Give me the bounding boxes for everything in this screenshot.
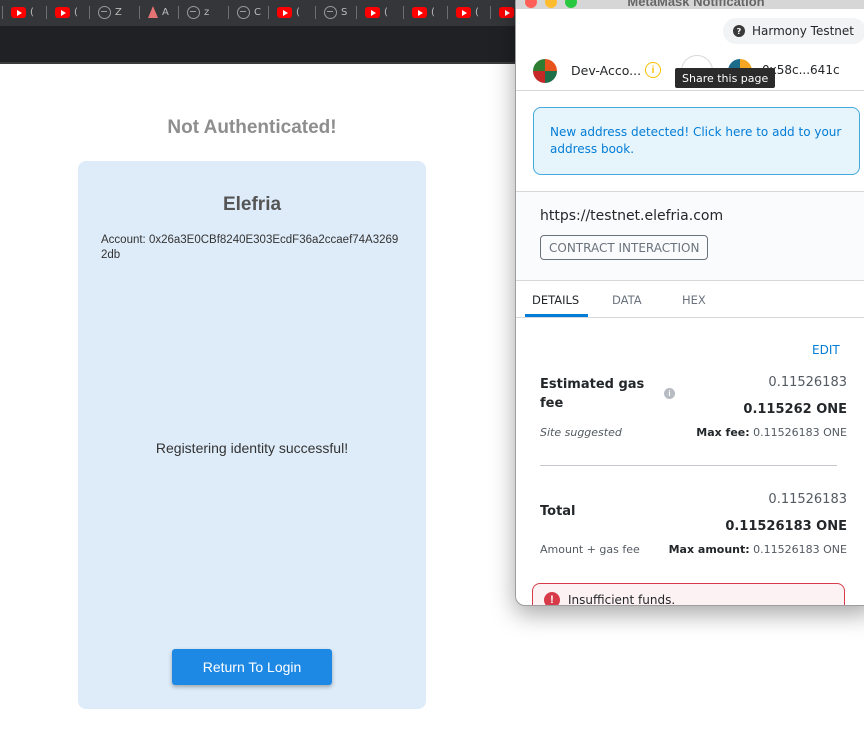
- share-page-tooltip: Share this page: [675, 68, 776, 88]
- gas-fee-secondary: 0.11526183: [768, 375, 847, 390]
- error-icon: !: [544, 592, 560, 605]
- screen: ( ( Z A z C ( S ( ( ( ( Not Authenticate…: [0, 0, 864, 739]
- tab-details[interactable]: DETAILS: [532, 293, 579, 307]
- card-title: Elefria: [222, 194, 282, 215]
- tab-hex[interactable]: HEX: [682, 293, 706, 307]
- account-address: Account: 0x26a3E0CBf8240E303EcdF36a2ccae…: [101, 234, 399, 261]
- edit-gas-link[interactable]: EDIT: [812, 343, 840, 357]
- total-subtitle: Amount + gas fee: [540, 543, 640, 556]
- tab-label: C: [254, 6, 261, 18]
- browser-tab[interactable]: (: [447, 0, 479, 24]
- tab-label: (: [74, 6, 78, 18]
- details-tabs: DETAILS DATA HEX: [516, 283, 864, 318]
- page-title: Not Authenticated!: [167, 117, 337, 138]
- return-to-login-button[interactable]: Return To Login: [172, 649, 332, 685]
- globe-icon: [237, 5, 250, 19]
- max-fee-value: 0.11526183 ONE: [753, 426, 847, 439]
- gas-max-fee: Max fee: 0.11526183 ONE: [696, 426, 847, 439]
- browser-tab[interactable]: (: [403, 0, 435, 24]
- tab-label: (: [475, 6, 479, 18]
- origin-section: https://testnet.elefria.com CONTRACT INT…: [516, 191, 864, 281]
- tab-data[interactable]: DATA: [612, 293, 642, 307]
- total-primary: 0.11526183 ONE: [725, 519, 847, 534]
- gas-fee-label: Estimated gas fee: [540, 377, 645, 411]
- new-address-notice[interactable]: New address detected! Click here to add …: [533, 107, 860, 175]
- browser-tab[interactable]: C: [228, 0, 261, 24]
- divider: [540, 465, 837, 466]
- youtube-icon: [412, 6, 427, 18]
- identity-card: Elefria Account: 0x26a3E0CBf8240E303EcdF…: [78, 161, 426, 709]
- site-origin: https://testnet.elefria.com: [540, 208, 724, 224]
- browser-tab[interactable]: (: [46, 0, 78, 24]
- insufficient-funds-error: ! Insufficient funds.: [532, 583, 845, 606]
- tab-label: z: [204, 6, 210, 18]
- browser-tab[interactable]: (: [356, 0, 388, 24]
- globe-icon: [187, 5, 200, 19]
- question-icon: ?: [733, 25, 745, 37]
- globe-icon: [324, 5, 337, 19]
- window-titlebar: MetaMask Notification: [516, 0, 864, 9]
- browser-tab[interactable]: (: [268, 0, 300, 24]
- browser-tab[interactable]: Z: [89, 0, 122, 24]
- youtube-icon: [365, 6, 380, 18]
- max-amount-label: Max amount:: [668, 543, 750, 556]
- youtube-icon: [11, 6, 26, 18]
- tab-label: (: [384, 6, 388, 18]
- tab-label: A: [162, 6, 169, 18]
- youtube-icon: [55, 6, 70, 18]
- total-max-amount: Max amount: 0.11526183 ONE: [669, 543, 847, 556]
- metamask-popup: MetaMask Notification ? Harmony Testnet …: [515, 0, 864, 606]
- total-secondary: 0.11526183: [768, 492, 847, 507]
- youtube-icon: [456, 6, 471, 18]
- ethereum-icon: [148, 6, 158, 18]
- max-fee-label: Max fee:: [696, 426, 750, 439]
- info-warning-icon[interactable]: i: [645, 62, 661, 78]
- browser-tab[interactable]: z: [178, 0, 209, 24]
- globe-icon: [98, 5, 111, 19]
- error-message: Insufficient funds.: [568, 593, 676, 606]
- sender-avatar: [533, 59, 557, 83]
- youtube-icon: [277, 6, 292, 18]
- tab-label: (: [296, 6, 300, 18]
- gas-fee-primary: 0.115262 ONE: [743, 402, 847, 417]
- info-icon[interactable]: i: [664, 388, 675, 399]
- tab-label: S: [341, 6, 348, 18]
- sender-account-name[interactable]: Dev-Acco...: [571, 63, 641, 78]
- status-message: Registering identity successful!: [155, 440, 349, 456]
- contract-interaction-badge: CONTRACT INTERACTION: [540, 235, 709, 260]
- tab-label: Z: [115, 6, 122, 18]
- active-tab-indicator: [525, 314, 588, 317]
- window-title: MetaMask Notification: [627, 0, 765, 9]
- tab-label: (: [431, 6, 435, 18]
- gas-fee-subtitle: Site suggested: [540, 426, 622, 439]
- youtube-icon: [499, 6, 514, 18]
- tab-label: (: [30, 6, 34, 18]
- total-label: Total: [540, 504, 576, 519]
- network-name: Harmony Testnet: [752, 24, 854, 38]
- browser-tab[interactable]: (: [2, 0, 34, 24]
- max-amount-value: 0.11526183 ONE: [753, 543, 847, 556]
- browser-tab[interactable]: A: [139, 0, 169, 24]
- network-selector[interactable]: ? Harmony Testnet: [723, 18, 864, 44]
- browser-tab[interactable]: S: [315, 0, 347, 24]
